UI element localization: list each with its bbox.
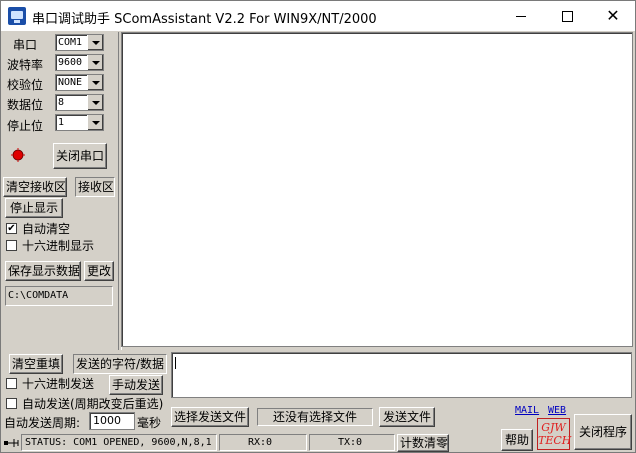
stop-display-button[interactable]: 停止显示 bbox=[5, 198, 63, 218]
auto-clear-label: 自动清空 bbox=[22, 222, 71, 236]
chevron-down-icon[interactable] bbox=[87, 75, 103, 90]
auto-clear-checkbox[interactable]: ✔ bbox=[6, 223, 17, 234]
app-icon bbox=[8, 7, 26, 25]
title-bar[interactable]: 串口调试助手 SComAssistant V2.2 For WIN9X/NT/2… bbox=[1, 1, 635, 31]
stopbits-select[interactable]: 1 bbox=[55, 114, 104, 131]
logo-text-top: GJW bbox=[541, 421, 566, 434]
send-textarea[interactable] bbox=[171, 352, 632, 398]
reset-count-button[interactable]: 计数清零 bbox=[397, 434, 449, 452]
period-input[interactable]: 1000 bbox=[89, 412, 135, 430]
chevron-down-icon[interactable] bbox=[87, 55, 103, 70]
rx-counter: RX:0 bbox=[219, 434, 307, 451]
clear-resend-button[interactable]: 清空重填 bbox=[9, 354, 63, 374]
databits-select[interactable]: 8 bbox=[55, 94, 104, 111]
minimize-button[interactable] bbox=[498, 1, 544, 31]
period-unit: 毫秒 bbox=[137, 416, 162, 430]
stopbits-value: 1 bbox=[58, 117, 65, 128]
hex-display-label: 十六进制显示 bbox=[22, 239, 95, 253]
save-data-button[interactable]: 保存显示数据 bbox=[5, 261, 81, 281]
baud-value: 9600 bbox=[58, 57, 83, 68]
close-button[interactable]: ✕ bbox=[590, 1, 636, 31]
hex-send-checkbox[interactable] bbox=[6, 378, 17, 389]
maximize-button[interactable] bbox=[544, 1, 590, 31]
close-icon: ✕ bbox=[606, 6, 620, 25]
parity-value: NONE bbox=[58, 77, 83, 88]
port-value: COM1 bbox=[58, 37, 83, 48]
connection-icon bbox=[4, 439, 19, 447]
tx-counter: TX:0 bbox=[309, 434, 395, 451]
text-caret bbox=[175, 357, 176, 369]
change-path-button[interactable]: 更改 bbox=[84, 261, 114, 281]
chevron-down-icon[interactable] bbox=[87, 115, 103, 130]
stopbits-label: 停止位 bbox=[7, 119, 44, 133]
status-led-icon bbox=[11, 148, 25, 162]
status-bar: STATUS: COM1 OPENED, 9600,N,8,1 RX:0 TX:… bbox=[1, 434, 635, 452]
minimize-icon bbox=[516, 16, 526, 17]
auto-send-checkbox[interactable] bbox=[6, 398, 17, 409]
mail-link[interactable]: MAIL bbox=[515, 405, 539, 416]
baud-label: 波特率 bbox=[7, 58, 44, 72]
receive-area-label: 接收区 bbox=[75, 177, 115, 197]
web-link[interactable]: WEB bbox=[548, 405, 566, 416]
hex-send-label: 十六进制发送 bbox=[22, 377, 95, 391]
port-label: 串口 bbox=[13, 38, 38, 52]
close-port-button[interactable]: 关闭串口 bbox=[53, 143, 107, 169]
selected-file-display: 还没有选择文件 bbox=[257, 408, 373, 426]
send-area-label: 发送的字符/数据 bbox=[73, 354, 167, 374]
hex-display-checkbox[interactable] bbox=[6, 240, 17, 251]
select-file-button[interactable]: 选择发送文件 bbox=[171, 407, 249, 427]
port-select[interactable]: COM1 bbox=[55, 34, 104, 51]
parity-select[interactable]: NONE bbox=[55, 74, 104, 91]
databits-value: 8 bbox=[58, 97, 65, 108]
save-path: C:\COMDATA bbox=[5, 286, 113, 306]
window-title: 串口调试助手 SComAssistant V2.2 For WIN9X/NT/2… bbox=[32, 12, 377, 27]
parity-label: 校验位 bbox=[7, 78, 44, 92]
client-area: 串口 COM1 波特率 9600 校验位 NONE 数据位 8 停止位 1 关闭… bbox=[1, 32, 635, 452]
status-text: STATUS: COM1 OPENED, 9600,N,8,1 bbox=[21, 434, 217, 451]
databits-label: 数据位 bbox=[7, 98, 44, 112]
chevron-down-icon[interactable] bbox=[87, 35, 103, 50]
send-file-button[interactable]: 发送文件 bbox=[379, 407, 435, 427]
baud-select[interactable]: 9600 bbox=[55, 54, 104, 71]
receive-textarea[interactable] bbox=[121, 32, 633, 347]
chevron-down-icon[interactable] bbox=[87, 95, 103, 110]
period-label: 自动发送周期: bbox=[4, 416, 81, 430]
main-window: 串口调试助手 SComAssistant V2.2 For WIN9X/NT/2… bbox=[0, 0, 636, 453]
clear-receive-button[interactable]: 清空接收区 bbox=[3, 177, 67, 197]
auto-send-label: 自动发送(周期改变后重选) bbox=[22, 397, 164, 411]
maximize-icon bbox=[561, 11, 573, 22]
manual-send-button[interactable]: 手动发送 bbox=[109, 375, 163, 395]
